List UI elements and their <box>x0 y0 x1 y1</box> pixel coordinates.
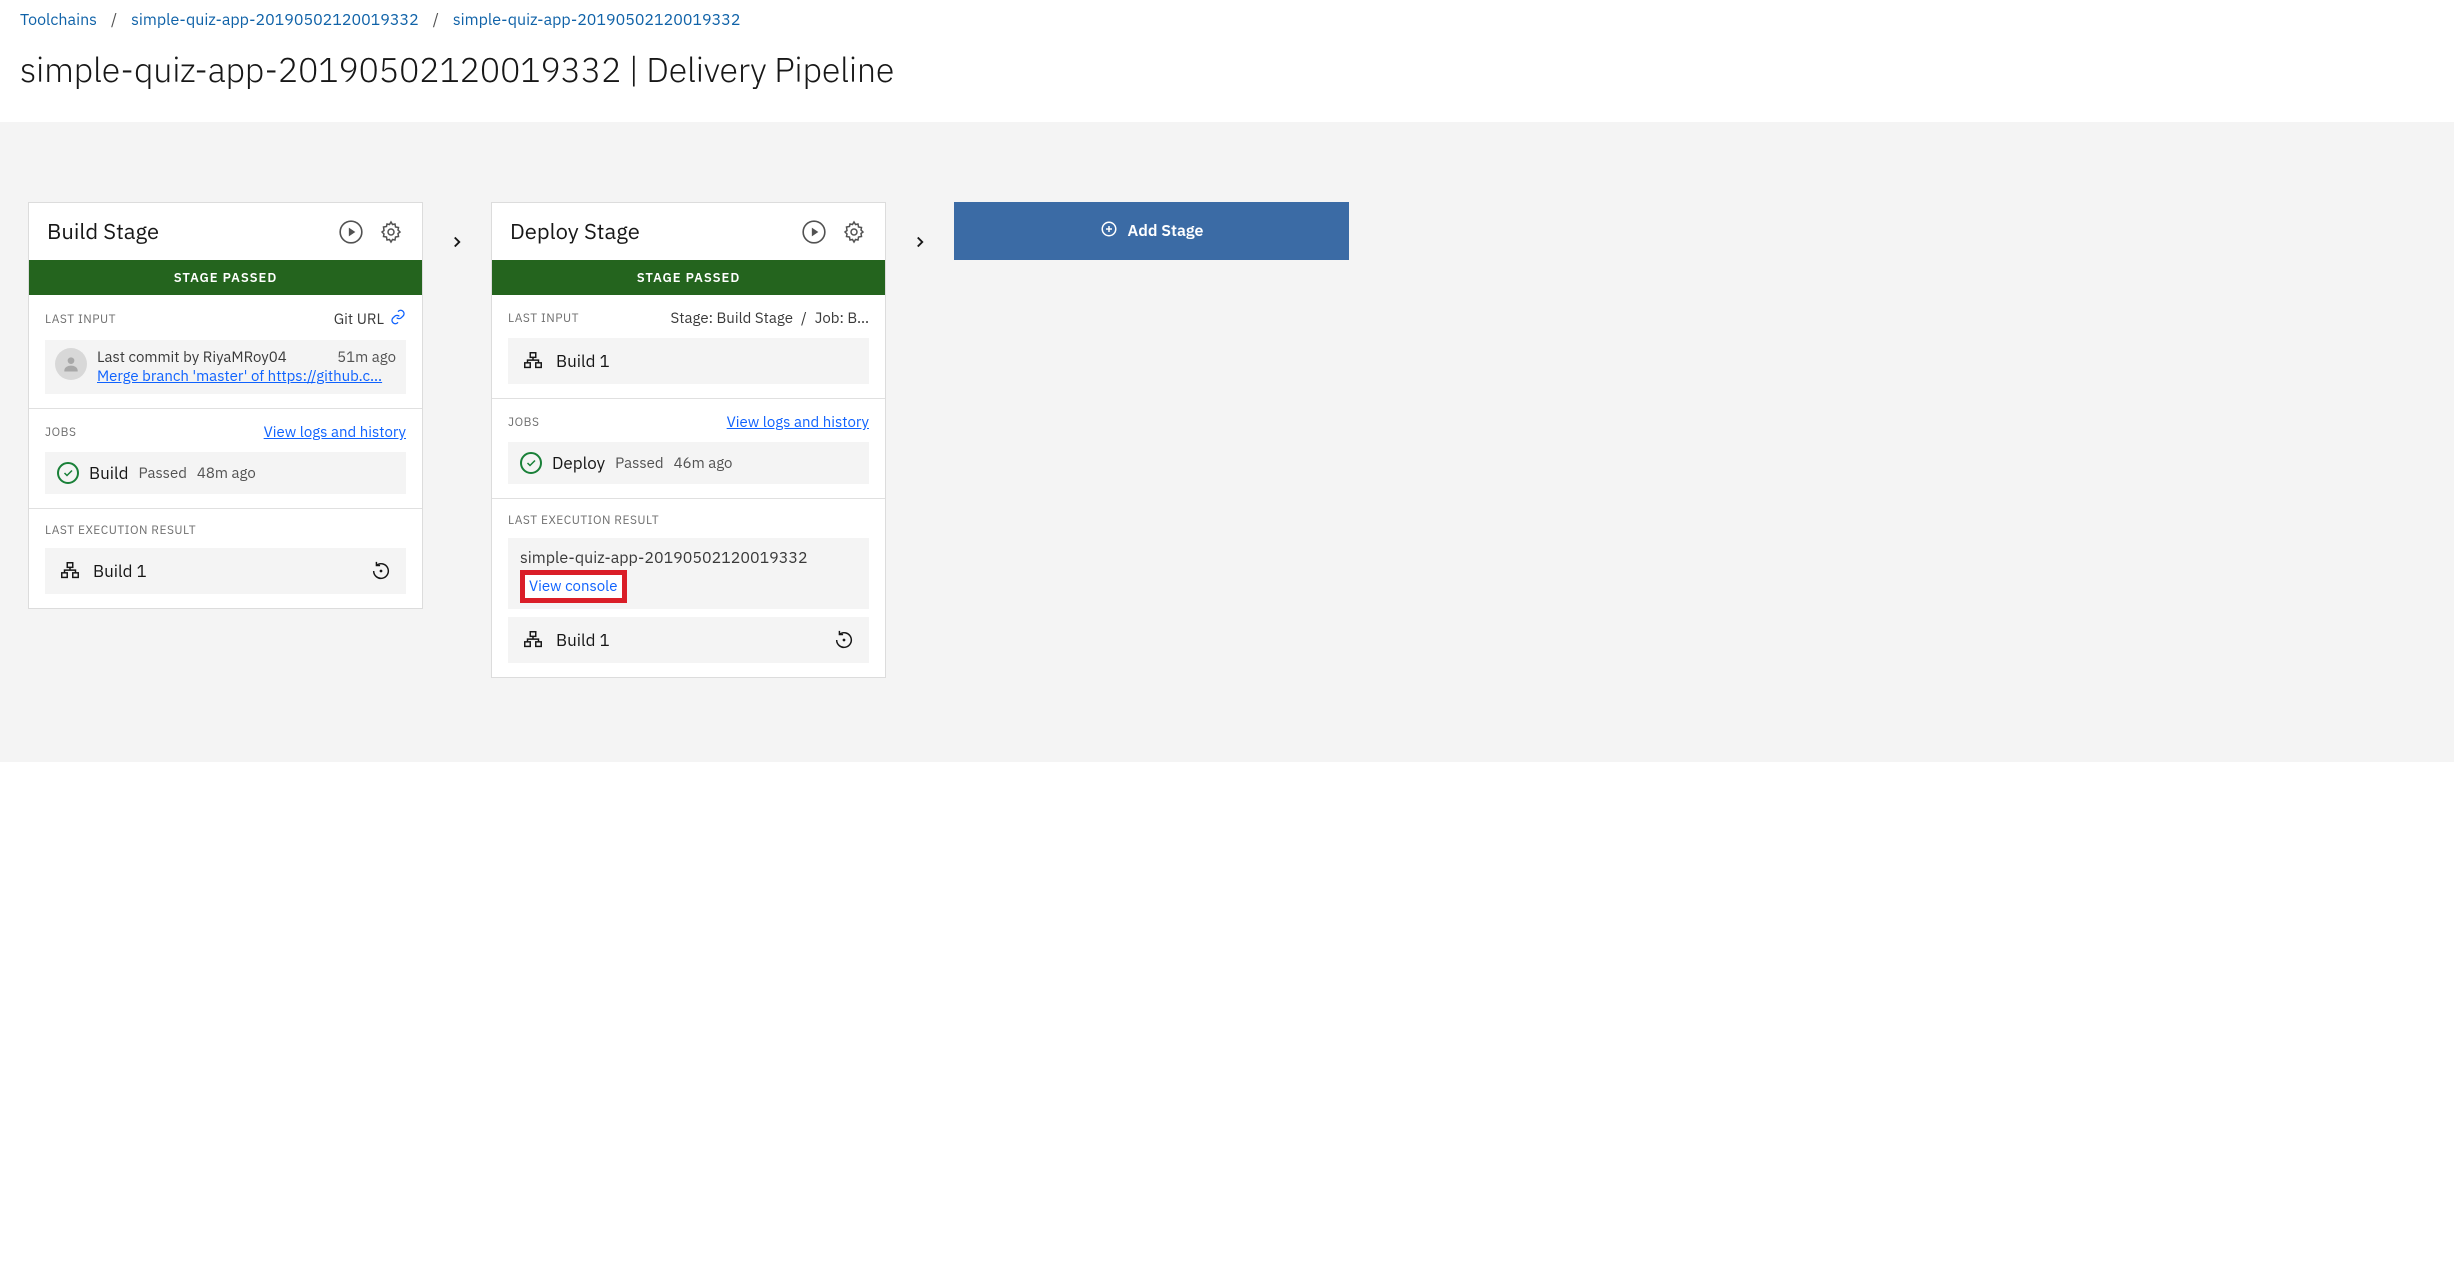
input-artifact-row: Build 1 <box>508 338 869 384</box>
input-type-label: Git URL <box>334 310 384 329</box>
section-label-last-input: LAST INPUT <box>508 311 579 326</box>
restart-icon[interactable] <box>370 560 392 582</box>
avatar <box>55 348 87 380</box>
check-icon <box>57 462 79 484</box>
input-stage-ref: Stage: Build Stage <box>671 309 793 328</box>
job-name: Build <box>89 462 129 484</box>
commit-time: 51m ago <box>329 348 396 367</box>
job-name: Deploy <box>552 452 605 474</box>
section-label-last-exec: LAST EXECUTION RESULT <box>45 523 196 538</box>
chevron-right-icon <box>445 212 469 272</box>
breadcrumb-separator: / <box>433 10 439 30</box>
stage-title: Deploy Stage <box>510 217 801 246</box>
stage-header: Deploy Stage <box>492 203 885 260</box>
commit-author: Last commit by RiyaMRoy04 <box>97 348 287 367</box>
input-job-ref: Job: B… <box>815 309 869 328</box>
last-exec-section: LAST EXECUTION RESULT simple-quiz-app-20… <box>492 499 885 677</box>
pipeline-area: Build Stage STAGE PASSED LAST INPUT <box>0 122 2454 762</box>
last-exec-section: LAST EXECUTION RESULT Build 1 <box>29 509 422 608</box>
run-stage-button[interactable] <box>801 219 827 245</box>
stage-header: Build Stage <box>29 203 422 260</box>
input-artifact-name: Build 1 <box>556 350 610 372</box>
job-time: 48m ago <box>197 464 256 483</box>
result-name: Build 1 <box>556 629 610 651</box>
gear-icon[interactable] <box>841 219 867 245</box>
link-icon[interactable] <box>390 309 406 330</box>
section-label-jobs: JOBS <box>508 415 539 430</box>
job-row[interactable]: Build Passed 48m ago <box>45 452 406 494</box>
check-icon <box>520 452 542 474</box>
chevron-right-icon <box>908 212 932 272</box>
result-name: Build 1 <box>93 560 147 582</box>
job-status: Passed <box>615 454 663 473</box>
result-row: Build 1 <box>45 548 406 594</box>
view-logs-link[interactable]: View logs and history <box>264 423 406 442</box>
commit-message-link[interactable]: Merge branch 'master' of https://github.… <box>97 367 396 386</box>
artifact-icon <box>522 629 544 651</box>
section-label-last-exec: LAST EXECUTION RESULT <box>508 513 659 528</box>
last-input-section: LAST INPUT Git URL <box>29 295 422 409</box>
stage-status-bar: STAGE PASSED <box>29 260 422 295</box>
breadcrumb-root-link[interactable]: Toolchains <box>20 10 97 30</box>
jobs-section: JOBS View logs and history Build Passed … <box>29 409 422 509</box>
jobs-section: JOBS View logs and history Deploy Passed… <box>492 399 885 499</box>
last-input-section: LAST INPUT Stage: Build Stage / Job: B… … <box>492 295 885 399</box>
stage-status-bar: STAGE PASSED <box>492 260 885 295</box>
plus-circle-icon <box>1100 220 1118 243</box>
exec-app-box: simple-quiz-app-20190502120019332 View c… <box>508 538 869 609</box>
input-source-breadcrumb: Stage: Build Stage / Job: B… <box>671 309 869 328</box>
stage-title: Build Stage <box>47 217 338 246</box>
result-row: Build 1 <box>508 617 869 663</box>
job-time: 46m ago <box>674 454 733 473</box>
add-stage-label: Add Stage <box>1128 221 1204 241</box>
stage-card-build: Build Stage STAGE PASSED LAST INPUT <box>28 202 423 609</box>
job-row[interactable]: Deploy Passed 46m ago <box>508 442 869 484</box>
stage-card-deploy: Deploy Stage STAGE PASSED LAST INPUT <box>491 202 886 678</box>
restart-icon[interactable] <box>833 629 855 651</box>
breadcrumb-separator: / <box>111 10 117 30</box>
artifact-icon <box>59 560 81 582</box>
breadcrumb-pipeline-link[interactable]: simple-quiz-app-20190502120019332 <box>453 10 741 30</box>
gear-icon[interactable] <box>378 219 404 245</box>
view-console-highlight: View console <box>520 570 627 603</box>
page-title: simple-quiz-app-20190502120019332 | Deli… <box>20 48 2434 92</box>
header-region: Toolchains / simple-quiz-app-20190502120… <box>0 0 2454 122</box>
view-logs-link[interactable]: View logs and history <box>727 413 869 432</box>
view-console-link[interactable]: View console <box>529 577 618 596</box>
section-label-jobs: JOBS <box>45 425 76 440</box>
job-status: Passed <box>139 464 187 483</box>
breadcrumb: Toolchains / simple-quiz-app-20190502120… <box>20 10 2434 30</box>
artifact-icon <box>522 350 544 372</box>
exec-app-name: simple-quiz-app-20190502120019332 <box>520 548 857 568</box>
add-stage-button[interactable]: Add Stage <box>954 202 1349 260</box>
section-label-last-input: LAST INPUT <box>45 312 116 327</box>
run-stage-button[interactable] <box>338 219 364 245</box>
commit-box: Last commit by RiyaMRoy04 51m ago Merge … <box>45 340 406 394</box>
breadcrumb-toolchain-link[interactable]: simple-quiz-app-20190502120019332 <box>131 10 419 30</box>
